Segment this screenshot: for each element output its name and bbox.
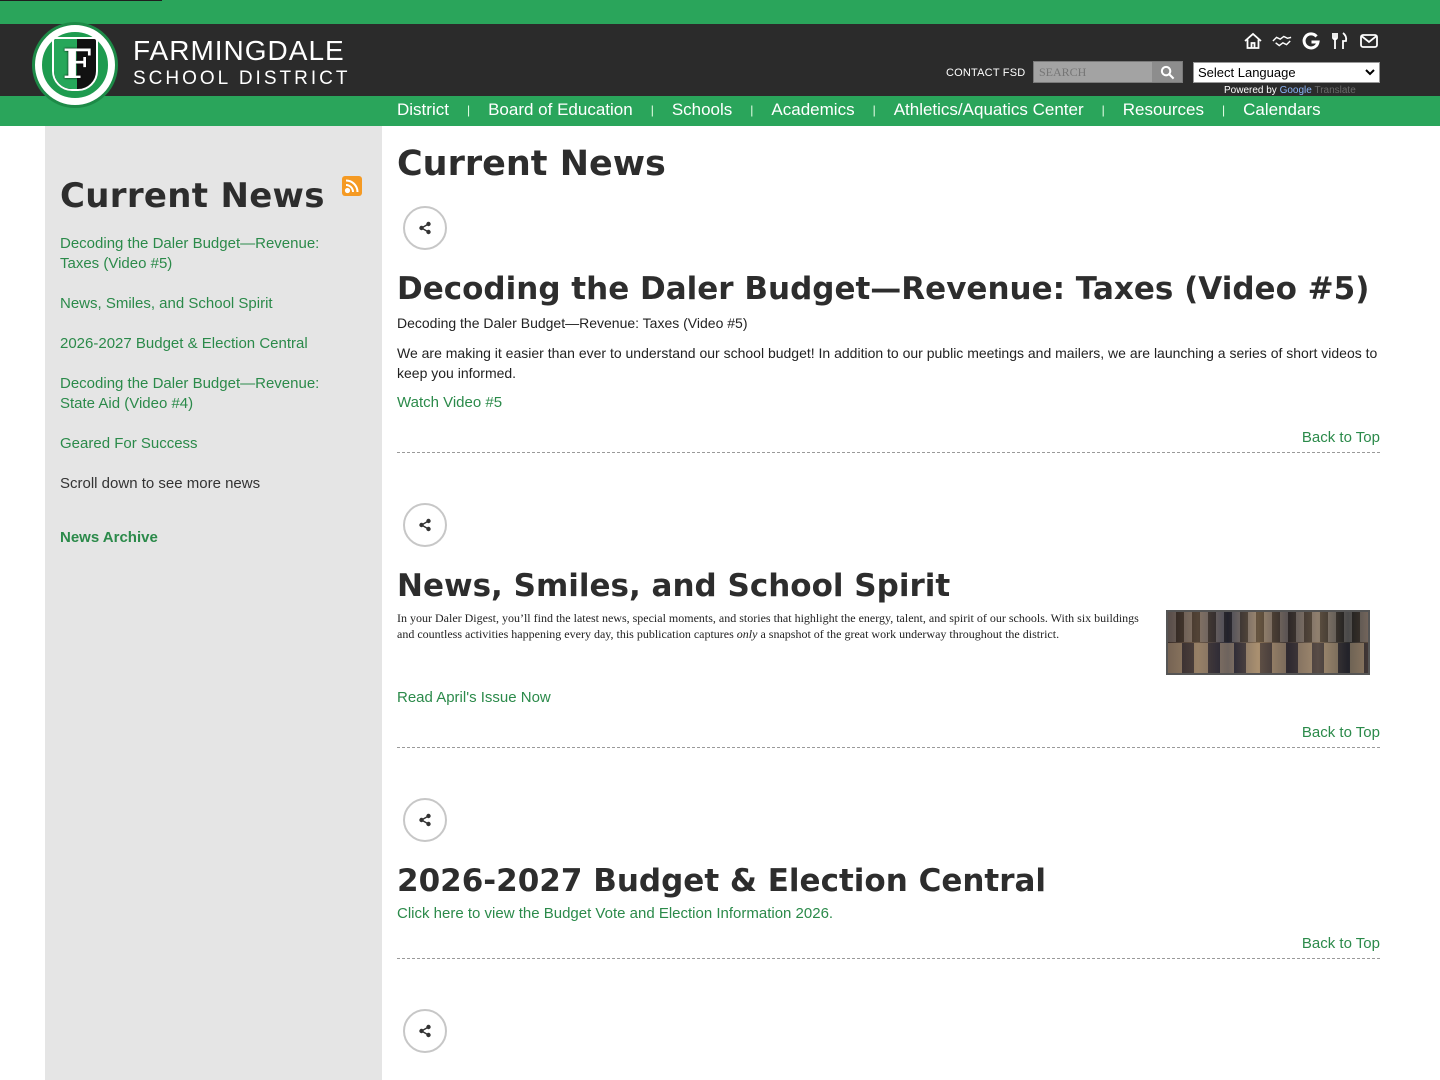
article-title[interactable]: News, Smiles, and School Spirit: [397, 568, 950, 604]
powered-by-translate: Powered by Google Translate: [1224, 85, 1356, 96]
logo-shield-icon: F: [52, 37, 98, 91]
google-wordmark: Google: [1279, 85, 1312, 96]
nav-resources[interactable]: Resources: [1123, 100, 1204, 120]
nav-separator: |: [466, 103, 471, 117]
article-body: We are making it easier than ever to und…: [397, 345, 1378, 381]
sidebar-title: Current News: [60, 176, 325, 216]
share-button[interactable]: [403, 206, 447, 250]
article-divider: [397, 958, 1380, 959]
home-icon[interactable]: [1242, 30, 1264, 52]
list-item: News, Smiles, and School Spirit: [60, 294, 350, 314]
nav-separator: |: [650, 103, 654, 117]
search-box: [1033, 61, 1183, 83]
back-to-top-link[interactable]: Back to Top: [1302, 724, 1380, 741]
site-header: F FARMINGDALE SCHOOL DISTRICT CONTACT FS…: [0, 22, 1440, 108]
article-title[interactable]: 2026-2027 Budget & Election Central: [397, 863, 1046, 899]
back-to-top-link[interactable]: Back to Top: [1302, 429, 1380, 446]
read-issue-link[interactable]: Read April's Issue Now: [397, 689, 551, 706]
district-name-line1: FARMINGDALE: [133, 35, 345, 66]
scroll-note: Scroll down to see more news: [60, 475, 261, 492]
powered-by-label: Powered by: [1224, 85, 1277, 96]
nav-district[interactable]: District: [397, 100, 449, 120]
list-item: Decoding the Daler Budget—Revenue: Taxes…: [60, 234, 350, 274]
back-to-top-link[interactable]: Back to Top: [1302, 935, 1380, 952]
language-select-value: Select Language: [1198, 65, 1296, 80]
share-icon: [419, 813, 431, 827]
budget-vote-info-link[interactable]: Click here to view the Budget Vote and E…: [397, 905, 833, 922]
nav-athletics-aquatics[interactable]: Athletics/Aquatics Center: [894, 100, 1084, 120]
sidebar: Current News Decoding the Daler Budget—R…: [45, 126, 382, 1080]
chevron-down-icon: [1365, 69, 1375, 76]
daler-digest-photo[interactable]: [1166, 610, 1370, 675]
list-item: Geared For Success: [60, 434, 350, 454]
share-icon: [419, 518, 431, 532]
list-item: Scroll down to see more news: [60, 474, 350, 494]
article-body: In your Daler Digest, you’ll find the la…: [397, 610, 1157, 642]
nav-board-of-education[interactable]: Board of Education: [488, 100, 633, 120]
google-icon[interactable]: [1300, 30, 1322, 52]
top-accent-strip: [0, 0, 1440, 24]
article-body-text: a snapshot of the great work underway th…: [757, 627, 1060, 641]
article-divider: [397, 747, 1380, 748]
search-input[interactable]: [1034, 62, 1152, 82]
nav-separator: |: [872, 103, 876, 117]
utility-icons: [1242, 30, 1380, 52]
district-name[interactable]: FARMINGDALE SCHOOL DISTRICT: [133, 34, 350, 90]
article-title[interactable]: Decoding the Daler Budget—Revenue: Taxes…: [397, 271, 1369, 307]
sidebar-item-budget-taxes[interactable]: Decoding the Daler Budget—Revenue: Taxes…: [60, 235, 319, 272]
nav-separator: |: [1222, 103, 1226, 117]
nav-separator: |: [750, 103, 754, 117]
article-divider: [397, 452, 1380, 453]
language-select[interactable]: Select Language: [1193, 62, 1380, 83]
sidebar-item-geared-for-success[interactable]: Geared For Success: [60, 435, 198, 452]
share-button[interactable]: [403, 798, 447, 842]
article-subtitle: Decoding the Daler Budget—Revenue: Taxes…: [397, 315, 748, 331]
nav-schools[interactable]: Schools: [672, 100, 732, 120]
translate-link[interactable]: Translate: [1314, 85, 1355, 96]
share-icon: [419, 221, 431, 235]
main-navigation: District | Board of Education | Schools | A…: [0, 96, 1440, 126]
mail-icon[interactable]: [1358, 30, 1380, 52]
sidebar-news-list: Decoding the Daler Budget—Revenue: Taxes…: [60, 234, 350, 514]
sidebar-item-budget-election[interactable]: 2026-2027 Budget & Election Central: [60, 335, 308, 352]
list-item: Decoding the Daler Budget—Revenue: State…: [60, 374, 350, 414]
nav-calendars[interactable]: Calendars: [1243, 100, 1321, 120]
rss-icon[interactable]: [342, 176, 362, 196]
utensils-icon[interactable]: [1329, 30, 1351, 52]
search-icon: [1160, 65, 1174, 79]
sidebar-item-budget-state-aid[interactable]: Decoding the Daler Budget—Revenue: State…: [60, 375, 319, 412]
news-archive-link[interactable]: News Archive: [60, 529, 158, 546]
district-logo[interactable]: F: [32, 22, 118, 108]
nav-separator: |: [1101, 103, 1105, 117]
share-button[interactable]: [403, 1009, 447, 1053]
skip-link-underline: [0, 0, 162, 1]
nav-academics[interactable]: Academics: [771, 100, 854, 120]
article-body-emphasis: only: [736, 627, 758, 641]
share-button[interactable]: [403, 503, 447, 547]
list-item: 2026-2027 Budget & Election Central: [60, 334, 350, 354]
handshake-icon[interactable]: [1271, 30, 1293, 52]
page-title: Current News: [397, 144, 666, 184]
sidebar-item-news-smiles[interactable]: News, Smiles, and School Spirit: [60, 295, 273, 312]
watch-video-link[interactable]: Watch Video #5: [397, 394, 502, 411]
logo-letter: F: [62, 41, 92, 88]
search-button[interactable]: [1152, 62, 1182, 82]
contact-fsd-link[interactable]: CONTACT FSD: [946, 67, 1025, 79]
district-name-line2: SCHOOL DISTRICT: [133, 68, 351, 89]
share-icon: [419, 1024, 431, 1038]
